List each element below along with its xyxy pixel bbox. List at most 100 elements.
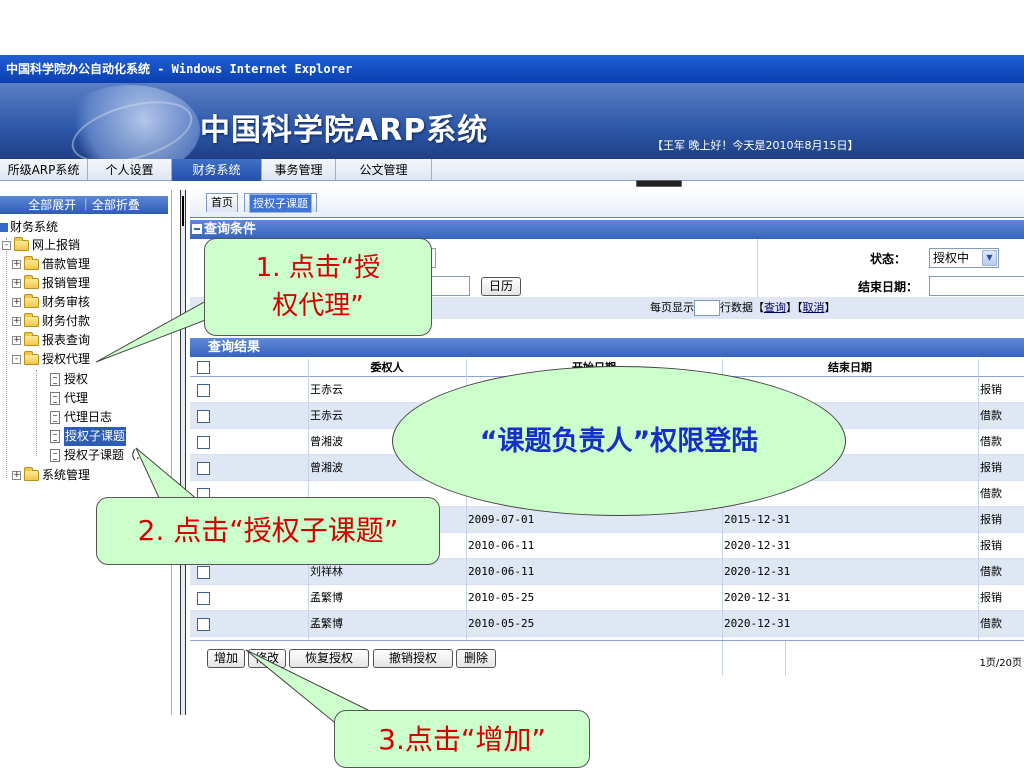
nav-tab-personal-settings[interactable]: 个人设置 <box>88 159 172 181</box>
tree-item-loan[interactable]: + 借款管理 <box>12 255 90 274</box>
calendar-button[interactable]: 日历 <box>481 277 521 296</box>
row-checkbox[interactable] <box>197 566 210 579</box>
folder-icon <box>24 351 39 365</box>
delete-button[interactable]: 删除 <box>456 649 496 668</box>
query-link[interactable]: 查询 <box>764 301 786 314</box>
folder-icon <box>24 275 39 289</box>
tree-label: 报表查询 <box>42 333 91 347</box>
expand-collapse-all[interactable]: 全部展开 ｜全部折叠 <box>0 196 168 214</box>
callout-step2: 2. 点击“授权子课题” <box>96 497 440 565</box>
folder-icon <box>24 294 39 308</box>
tree-connector <box>6 238 7 478</box>
table-row[interactable]: 孟繁博 2010-05-25 2020-12-31 借款 <box>190 611 1024 637</box>
cell-start-date: 2010-05-25 <box>468 617 535 630</box>
expand-icon[interactable]: + <box>12 298 21 307</box>
panel-splitter[interactable] <box>180 190 186 715</box>
row-checkbox[interactable] <box>197 410 210 423</box>
nav-tab-documents[interactable]: 公文管理 <box>336 159 432 181</box>
tree-item-grant[interactable]: 授权 <box>50 370 88 389</box>
collapse-handle[interactable] <box>636 180 682 187</box>
tree-item-proxy-log[interactable]: 代理日志 <box>50 408 112 427</box>
callout-step1: 1. 点击“授 权代理” <box>204 238 432 336</box>
tree-label: 系统管理 <box>42 468 91 482</box>
tree-connector <box>36 370 37 456</box>
tree-label: 报销管理 <box>42 276 91 290</box>
start-date-input[interactable] <box>430 276 470 296</box>
tree-label: 授权子课题 <box>64 427 127 446</box>
cell-type: 借款 <box>980 565 1002 578</box>
column-divider <box>722 641 723 676</box>
tree-label: 授权 <box>64 372 89 386</box>
revoke-grant-button[interactable]: 撤销授权 <box>373 649 453 668</box>
pager-controls: 每页显示 行数据【查询】【取消】 <box>650 300 836 316</box>
tab-label: 授权子课题 <box>249 194 312 213</box>
tree-item-grant-subproject[interactable]: 授权子课题 <box>50 427 127 446</box>
query-section-header[interactable]: 查询条件 <box>190 220 1024 239</box>
nav-tab-institute-arp[interactable]: 所级ARP系统 <box>0 159 88 181</box>
row-checkbox[interactable] <box>197 384 210 397</box>
tree-item-grant-subproject-extra[interactable]: 授权子课题（... <box>50 446 147 465</box>
cell-type: 报销 <box>980 539 1002 552</box>
folder-icon <box>14 237 29 251</box>
expand-icon[interactable]: + <box>12 471 21 480</box>
column-divider <box>978 359 979 641</box>
tree-item-system-admin[interactable]: + 系统管理 <box>12 466 90 485</box>
role-login-note: “课题负责人”权限登陆 <box>392 366 846 516</box>
status-value: 授权中 <box>933 251 970 265</box>
cell-type: 报销 <box>980 591 1002 604</box>
tab-grant-subproject[interactable]: 授权子课题 <box>244 193 317 213</box>
cancel-link[interactable]: 取消 <box>803 301 825 314</box>
callout-step3: 3.点击“增加” <box>334 710 590 768</box>
collapse-icon[interactable]: - <box>2 241 11 250</box>
collapse-icon[interactable] <box>192 224 202 234</box>
per-page-prefix: 每页显示 <box>650 301 694 314</box>
content-tab-bar: 首页 授权子课题 <box>190 188 1024 218</box>
restore-grant-button[interactable]: 恢复授权 <box>289 649 369 668</box>
tree-item-reimburse[interactable]: + 报销管理 <box>12 274 90 293</box>
cell-end-date: 2015-12-31 <box>724 513 791 526</box>
nav-tab-affairs[interactable]: 事务管理 <box>262 159 336 181</box>
tab-home[interactable]: 首页 <box>206 193 238 212</box>
collapse-icon[interactable]: - <box>12 355 21 364</box>
cell-type: 报销 <box>980 383 1002 396</box>
row-checkbox[interactable] <box>197 618 210 631</box>
table-row[interactable]: 孟繁博 2010-05-25 2020-12-31 报销 <box>190 585 1024 611</box>
end-date-input[interactable] <box>929 276 1024 296</box>
cell-end-date: 2020-12-31 <box>724 539 791 552</box>
tree-item-delegation[interactable]: - 授权代理 <box>12 350 90 369</box>
screenshot-stage: 中国科学院办公自动化系统 - Windows Internet Explorer… <box>0 0 1024 768</box>
tree-item-payment[interactable]: + 财务付款 <box>12 312 90 331</box>
expand-icon[interactable]: + <box>12 260 21 269</box>
row-checkbox[interactable] <box>197 462 210 475</box>
tree-item-reports[interactable]: + 报表查询 <box>12 331 90 350</box>
expand-icon[interactable]: + <box>12 317 21 326</box>
row-checkbox[interactable] <box>197 592 210 605</box>
results-section-header: 查询结果 <box>190 338 1024 357</box>
cell-type: 借款 <box>980 617 1002 630</box>
section-title: 查询条件 <box>204 222 257 237</box>
column-header: 委权人 <box>370 361 404 374</box>
tree-item-proxy[interactable]: 代理 <box>50 389 88 408</box>
status-select[interactable]: 授权中 ▼ <box>929 248 999 268</box>
row-checkbox[interactable] <box>197 436 210 449</box>
add-button[interactable]: 增加 <box>207 649 245 668</box>
sidebar-tree: 全部展开 ｜全部折叠 财务系统 - 网上报销 + 借款管理 + 报销管理 + 财… <box>0 190 172 715</box>
tree-root[interactable]: 财务系统 <box>0 218 58 237</box>
column-header: 结束日期 <box>828 361 872 374</box>
cell-end-date: 2020-12-31 <box>724 591 791 604</box>
chevron-down-icon[interactable]: ▼ <box>982 250 997 266</box>
folder-icon <box>24 313 39 327</box>
expand-icon[interactable]: + <box>12 336 21 345</box>
tree-item-audit[interactable]: + 财务审核 <box>12 293 90 312</box>
splitter-grip <box>182 196 184 226</box>
tree-label: 代理 <box>64 391 89 405</box>
tree-group-online-reimburse[interactable]: - 网上报销 <box>2 236 80 255</box>
globe-logo-icon <box>60 85 200 159</box>
select-all-checkbox[interactable] <box>197 361 210 374</box>
expand-icon[interactable]: + <box>12 279 21 288</box>
tree-label: 授权代理 <box>42 352 91 366</box>
nav-tab-finance-system[interactable]: 财务系统 <box>172 159 262 181</box>
tree-label: 财务系统 <box>10 220 59 234</box>
edit-button[interactable]: 修改 <box>248 649 286 668</box>
page-size-input[interactable] <box>694 300 720 316</box>
